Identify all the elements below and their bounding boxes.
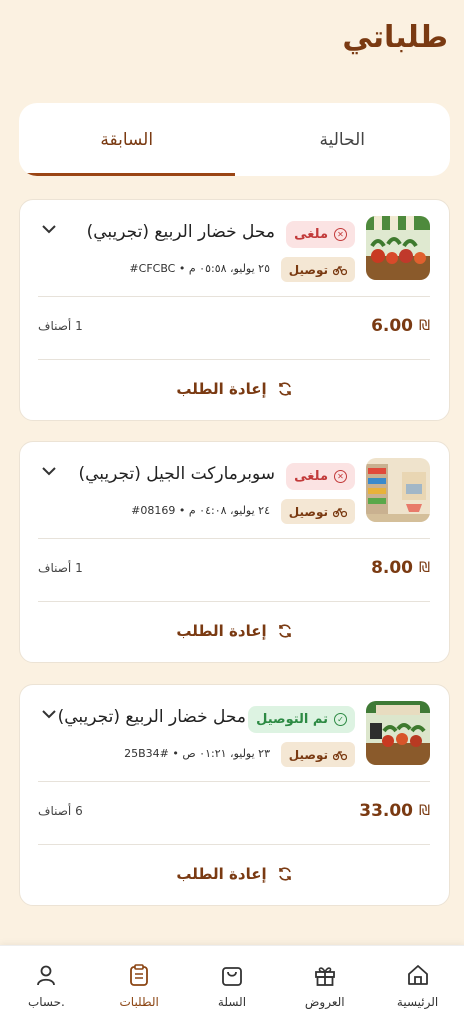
reorder-button[interactable]: إعادة الطلب bbox=[20, 843, 449, 905]
orders-tabs: الحالية السابقة bbox=[19, 103, 450, 176]
store-name: محل خضار الربيع (تجريبي) bbox=[86, 222, 275, 242]
order-card[interactable]: ✕ ملغى سوبرماركت الجيل (تجريبي) توصيل ٢٤… bbox=[19, 441, 450, 663]
reorder-button[interactable]: إعادة الطلب bbox=[20, 600, 449, 662]
gift-icon bbox=[314, 966, 335, 986]
delivery-badge: توصيل bbox=[280, 499, 355, 524]
status-badge: ✓ تم التوصيل bbox=[248, 706, 355, 733]
refresh-icon bbox=[278, 624, 291, 638]
order-card[interactable]: ✓ تم التوصيل محل خضار الربيع (تجريبي) تو… bbox=[19, 684, 450, 906]
nav-home[interactable]: الرئيسية bbox=[378, 962, 458, 1009]
supermarket-image bbox=[366, 458, 430, 522]
order-meta: ٢٥ يوليو، ٠٥:٥٨ م • CFCBC# bbox=[129, 262, 270, 275]
store-thumbnail bbox=[366, 216, 430, 280]
order-card[interactable]: ✕ ملغى محل خضار الربيع (تجريبي) توصيل ٢٥… bbox=[19, 199, 450, 421]
bottom-nav: الرئيسية العروض السلة الطلبات حساب. bbox=[0, 945, 464, 1024]
currency-symbol: ₪ bbox=[419, 560, 430, 576]
chevron-down-icon[interactable] bbox=[40, 220, 58, 238]
refresh-icon bbox=[278, 382, 291, 396]
price-row: 6 أصناف 33.00 ₪ bbox=[38, 781, 430, 841]
store-thumbnail bbox=[366, 458, 430, 522]
order-price: 6.00 ₪ bbox=[371, 316, 430, 336]
delivery-badge: توصيل bbox=[280, 257, 355, 282]
items-count: 1 أصناف bbox=[38, 561, 83, 575]
tab-current[interactable]: الحالية bbox=[235, 103, 451, 176]
nav-cart[interactable]: السلة bbox=[192, 962, 272, 1009]
price-row: 1 أصناف 8.00 ₪ bbox=[38, 538, 430, 598]
nav-account[interactable]: حساب. bbox=[6, 962, 86, 1009]
bike-icon bbox=[333, 265, 347, 275]
delivery-badge: توصيل bbox=[280, 742, 355, 767]
nav-offers[interactable]: العروض bbox=[285, 962, 365, 1009]
store-thumbnail bbox=[366, 701, 430, 765]
nav-orders[interactable]: الطلبات bbox=[99, 962, 179, 1009]
items-count: 1 أصناف bbox=[38, 319, 83, 333]
currency-symbol: ₪ bbox=[419, 803, 430, 819]
status-badge: ✕ ملغى bbox=[286, 463, 355, 490]
tab-previous[interactable]: السابقة bbox=[19, 103, 235, 176]
bike-icon bbox=[333, 507, 347, 517]
items-count: 6 أصناف bbox=[38, 804, 83, 818]
home-icon bbox=[407, 964, 428, 985]
price-row: 1 أصناف 6.00 ₪ bbox=[38, 296, 430, 356]
user-icon bbox=[37, 965, 56, 985]
shopping-bag-icon bbox=[222, 966, 242, 986]
status-badge: ✕ ملغى bbox=[286, 221, 355, 248]
check-circle-icon: ✓ bbox=[334, 713, 347, 726]
chevron-down-icon[interactable] bbox=[40, 705, 58, 723]
order-price: 8.00 ₪ bbox=[371, 558, 430, 578]
page-title: طلباتي bbox=[342, 20, 448, 55]
chevron-down-icon[interactable] bbox=[40, 462, 58, 480]
bike-icon bbox=[333, 750, 347, 760]
order-price: 33.00 ₪ bbox=[359, 801, 430, 821]
order-meta: ٢٣ يوليو، ٠١:٢١ ص • 25B34# bbox=[124, 747, 270, 760]
order-meta: ٢٤ يوليو، ٠٤:٠٨ م • 08169# bbox=[131, 504, 270, 517]
cancel-circle-icon: ✕ bbox=[334, 228, 347, 241]
vegetable-stall-image bbox=[366, 216, 430, 280]
store-name: سوبرماركت الجيل (تجريبي) bbox=[78, 464, 276, 484]
clipboard-list-icon bbox=[130, 963, 149, 986]
reorder-button[interactable]: إعادة الطلب bbox=[20, 358, 449, 420]
vegetable-stall-image bbox=[366, 701, 430, 765]
store-name: محل خضار الربيع (تجريبي) bbox=[57, 707, 246, 727]
currency-symbol: ₪ bbox=[419, 318, 430, 334]
refresh-icon bbox=[278, 867, 291, 881]
cancel-circle-icon: ✕ bbox=[334, 470, 347, 483]
